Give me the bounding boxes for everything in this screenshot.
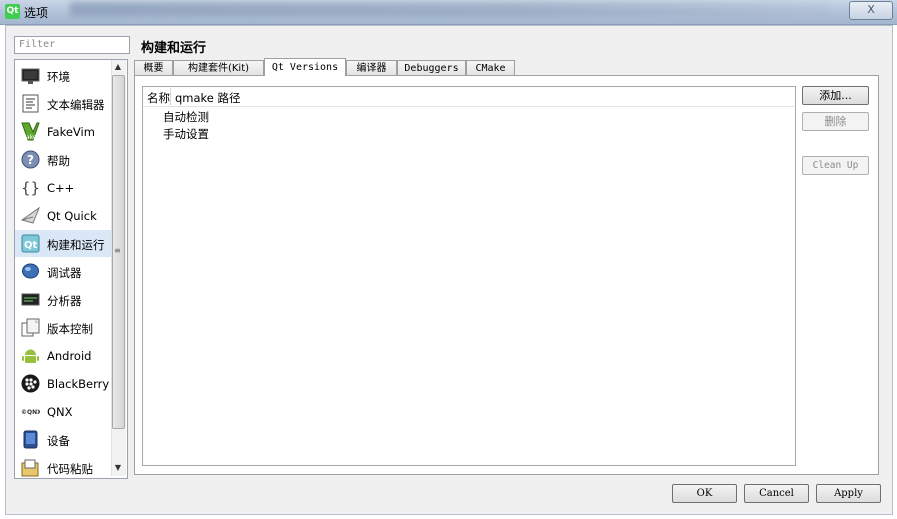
sidebar-item-cpp[interactable]: {} C++ — [15, 174, 111, 201]
window-title: 选项 — [24, 6, 49, 20]
tab-cmake[interactable]: CMake — [466, 60, 515, 76]
sidebar-item-help[interactable]: ? 帮助 — [15, 146, 111, 173]
column-header-name[interactable]: 名称 — [147, 90, 170, 106]
sidebar-item-label: Qt Quick — [47, 209, 97, 223]
sidebar-item-environment[interactable]: 环境 — [15, 62, 111, 89]
build-run-icon: Qt — [21, 234, 40, 253]
sidebar-item-label: BlackBerry — [47, 377, 110, 391]
sidebar-item-debugger[interactable]: 调试器 — [15, 258, 111, 285]
clean-up-button[interactable]: Clean Up — [802, 156, 869, 175]
tree-item-manual[interactable]: 手动设置 — [163, 126, 209, 142]
qt-versions-tree[interactable] — [142, 86, 796, 466]
tab-compilers[interactable]: 编译器 — [346, 60, 397, 76]
sidebar-item-text-editor[interactable]: 文本编辑器 — [15, 90, 111, 117]
sidebar-item-device[interactable]: 设备 — [15, 426, 111, 453]
code-paste-icon — [21, 458, 40, 477]
add-button[interactable]: 添加... — [802, 86, 869, 105]
column-header-qmake-path[interactable]: qmake 路径 — [175, 90, 241, 106]
analyzer-icon — [21, 290, 40, 309]
sidebar-item-label: 文本编辑器 — [47, 98, 105, 112]
cancel-button[interactable]: Cancel — [744, 484, 809, 503]
monitor-icon — [21, 66, 40, 85]
svg-text:©QNX: ©QNX — [21, 409, 40, 416]
android-icon — [21, 346, 40, 365]
sidebar-item-label: 环境 — [47, 70, 70, 84]
qt-app-icon: Qt — [5, 4, 20, 19]
filter-input[interactable]: Filter — [14, 36, 130, 54]
device-icon — [21, 430, 40, 449]
sidebar-item-label: FakeVim — [47, 125, 95, 139]
sidebar-item-label: 分析器 — [47, 294, 82, 308]
tab-kits[interactable]: 构建套件(Kit) — [173, 60, 264, 76]
sidebar-item-version-control[interactable]: 版本控制 — [15, 314, 111, 341]
sidebar-item-label: 版本控制 — [47, 322, 93, 336]
close-button[interactable]: X — [849, 1, 893, 20]
tab-overview[interactable]: 概要 — [134, 60, 173, 76]
title-bar-blur — [70, 2, 830, 16]
sidebar-item-label: 代码粘贴 — [47, 462, 93, 476]
svg-text:Qt: Qt — [24, 240, 38, 251]
tab-debuggers[interactable]: Debuggers — [397, 60, 466, 76]
sidebar-item-label: C++ — [47, 181, 75, 195]
sidebar-item-label: 调试器 — [47, 266, 82, 280]
sidebar-item-label: 构建和运行 — [47, 238, 105, 252]
ok-button[interactable]: OK — [672, 484, 737, 503]
sidebar-item-qt-quick[interactable]: Qt Quick — [15, 202, 111, 229]
sidebar-item-label: 帮助 — [47, 154, 70, 168]
sidebar-item-label: QNX — [47, 405, 73, 419]
blackberry-icon — [21, 374, 40, 393]
qnx-icon: ©QNX — [21, 402, 42, 421]
sidebar-item-label: Android — [47, 349, 92, 363]
scroll-down-arrow-icon[interactable]: ▼ — [111, 461, 125, 475]
page-title: 构建和运行 — [141, 41, 207, 56]
sidebar-item-blackberry[interactable]: BlackBerry — [15, 370, 111, 397]
sidebar-item-label: 设备 — [47, 434, 70, 448]
svg-text:Fake: Fake — [23, 134, 37, 141]
scroll-up-arrow-icon[interactable]: ▲ — [111, 60, 125, 74]
qt-quick-icon — [20, 206, 41, 225]
fakevim-icon: Fake — [21, 122, 40, 141]
remove-button[interactable]: 删除 — [802, 112, 869, 131]
sidebar-item-analyzer[interactable]: 分析器 — [15, 286, 111, 313]
column-separator[interactable] — [170, 88, 171, 105]
sidebar-item-build-run[interactable]: Qt 构建和运行 — [15, 230, 111, 257]
sidebar-item-code-paste[interactable]: 代码粘贴 — [15, 454, 111, 478]
tab-qt-versions[interactable]: Qt Versions — [264, 58, 346, 76]
apply-button[interactable]: Apply — [816, 484, 881, 503]
svg-text:?: ? — [27, 153, 34, 167]
tree-item-auto-detected[interactable]: 自动检测 — [163, 109, 209, 125]
version-control-icon — [21, 318, 40, 337]
debugger-icon — [21, 262, 40, 281]
sidebar-item-qnx[interactable]: ©QNX QNX — [15, 398, 111, 425]
sidebar-item-android[interactable]: Android — [15, 342, 111, 369]
svg-text:{}: {} — [21, 179, 40, 197]
cpp-braces-icon: {} — [21, 178, 40, 197]
sidebar-item-fakevim[interactable]: Fake FakeVim — [15, 118, 111, 145]
text-editor-icon — [21, 94, 40, 113]
tree-header — [143, 87, 794, 107]
help-icon: ? — [21, 150, 40, 169]
scrollbar-grip-icon: ≡ — [114, 246, 121, 255]
